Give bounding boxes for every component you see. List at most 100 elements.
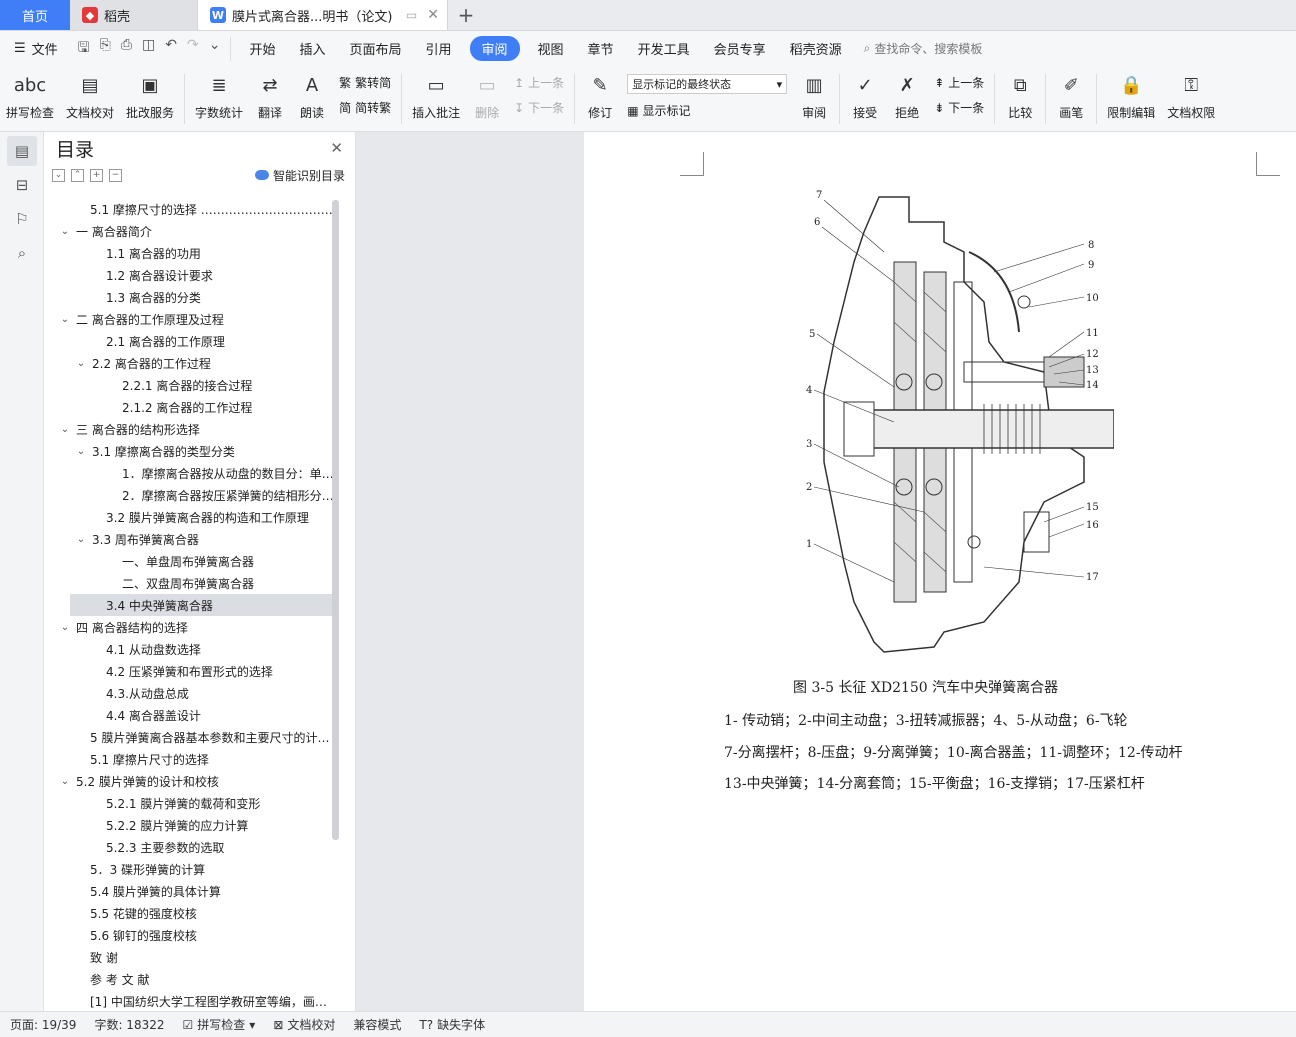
spell-check-button[interactable]: abc 拼写检查: [0, 70, 60, 121]
smart-toc-button[interactable]: 智能识别目录: [254, 167, 345, 184]
toc-item[interactable]: ⌄ 一 离合器简介: [44, 220, 334, 242]
toc-item[interactable]: 5.2.2 膜片弹簧的应力计算: [44, 814, 334, 836]
pen-button[interactable]: ✐ 画笔: [1050, 70, 1092, 121]
toc-item[interactable]: 参 考 文 献: [44, 968, 334, 990]
bookmark-icon[interactable]: ⚐: [7, 204, 37, 234]
undo-icon[interactable]: ↶: [165, 37, 177, 61]
menu-insert[interactable]: 插入: [287, 39, 337, 58]
toc-item[interactable]: 二、双盘周布弹簧离合器: [44, 572, 334, 594]
toc-item[interactable]: 4.2 压紧弹簧和布置形式的选择: [44, 660, 334, 682]
prev-change-button[interactable]: ⇞ 上一条: [934, 74, 984, 91]
menu-devtools[interactable]: 开发工具: [626, 39, 702, 58]
print-icon[interactable]: ⎙: [121, 37, 132, 61]
chevron-down-icon[interactable]: ⌄: [58, 776, 72, 787]
menu-docer[interactable]: 稻壳资源: [778, 39, 854, 58]
remove-item-icon[interactable]: −: [109, 168, 122, 182]
toc-item[interactable]: 1．摩擦离合器按从动盘的数目分：单…: [44, 462, 334, 484]
t2s-button[interactable]: 繁繁转简: [339, 74, 391, 91]
reject-button[interactable]: ✗ 拒绝: [886, 70, 928, 121]
menu-view[interactable]: 视图: [526, 39, 576, 58]
toc-item[interactable]: 一、单盘周布弹簧离合器: [44, 550, 334, 572]
toc-item[interactable]: 致 谢: [44, 946, 334, 968]
review-pane-button[interactable]: ▥ 审阅: [793, 70, 835, 121]
toc-item[interactable]: 3.2 膜片弹簧离合器的构造和工作原理: [44, 506, 334, 528]
toc-item[interactable]: ⌄ 5.2 膜片弹簧的设计和校核: [44, 770, 334, 792]
toc-item[interactable]: 5.1 摩擦尺寸的选择 ……………………………: [44, 198, 334, 220]
close-icon[interactable]: ✕: [330, 139, 343, 157]
toc-panel-icon[interactable]: ▤: [7, 136, 37, 166]
markup-state-select[interactable]: 显示标记的最终状态 ▾: [627, 74, 788, 94]
toc-item[interactable]: 5 膜片弹簧离合器基本参数和主要尺寸的计…: [44, 726, 334, 748]
prev-comment-button[interactable]: ↥ 上一条: [514, 74, 564, 91]
export-icon[interactable]: ⎘: [100, 37, 111, 61]
toc-item[interactable]: 5.2.1 膜片弹簧的载荷和变形: [44, 792, 334, 814]
toc-item[interactable]: ⌄ 3.1 摩擦离合器的类型分类: [44, 440, 334, 462]
toc-item[interactable]: 3.4 中央弹簧离合器: [70, 594, 334, 616]
menu-reference[interactable]: 引用: [414, 39, 464, 58]
redo-icon[interactable]: ↷: [187, 37, 199, 61]
page-indicator[interactable]: 页面: 19/39: [10, 1016, 76, 1033]
compare-button[interactable]: ⧉ 比较: [999, 70, 1041, 121]
menu-section[interactable]: 章节: [576, 39, 626, 58]
toc-item[interactable]: 5.4 膜片弹簧的具体计算: [44, 880, 334, 902]
annotate-service-button[interactable]: ▣ 批改服务: [120, 70, 180, 121]
toc-item[interactable]: 1.1 离合器的功用: [44, 242, 334, 264]
toc-item[interactable]: ⌄ 二 离合器的工作原理及过程: [44, 308, 334, 330]
menu-layout[interactable]: 页面布局: [337, 39, 413, 58]
chevron-down-icon[interactable]: ⌄: [58, 314, 72, 325]
menu-start[interactable]: 开始: [237, 39, 287, 58]
toc-item[interactable]: 2.1 离合器的工作原理: [44, 330, 334, 352]
new-tab-button[interactable]: +: [448, 0, 484, 30]
collapse-all-icon[interactable]: ⌃: [71, 168, 84, 182]
chevron-down-icon[interactable]: ⌄: [58, 622, 72, 633]
read-aloud-button[interactable]: A 朗读: [291, 70, 333, 121]
next-comment-button[interactable]: ↧ 下一条: [514, 99, 564, 116]
word-count-button[interactable]: ≣ 字数统计: [189, 70, 249, 121]
file-menu[interactable]: ☰ 文件: [14, 39, 68, 58]
toc-item[interactable]: 4.3.从动盘总成: [44, 682, 334, 704]
toc-item[interactable]: 4.4 离合器盖设计: [44, 704, 334, 726]
chevron-down-icon[interactable]: ⌄: [58, 226, 72, 237]
add-item-icon[interactable]: +: [90, 168, 103, 182]
toc-item[interactable]: 2.1.2 离合器的工作过程: [44, 396, 334, 418]
translate-button[interactable]: ⇄ 翻译: [249, 70, 291, 121]
chevron-down-icon[interactable]: ⌄: [74, 358, 88, 369]
outline-panel-icon[interactable]: ⊟: [7, 170, 37, 200]
search-icon[interactable]: ⌕: [7, 238, 37, 268]
toc-item[interactable]: [1] 中国纺织大学工程图学教研室等编，画…: [44, 990, 334, 1009]
preview-icon[interactable]: ◫: [142, 37, 155, 61]
chevron-down-icon[interactable]: ⌄: [74, 534, 88, 545]
toc-item[interactable]: 4.1 从动盘数选择: [44, 638, 334, 660]
toc-item[interactable]: 2.2.1 离合器的接合过程: [44, 374, 334, 396]
window-icon[interactable]: ▭: [406, 8, 417, 22]
toc-item[interactable]: 5.1 摩擦片尺寸的选择: [44, 748, 334, 770]
toc-item[interactable]: ⌄ 3.3 周布弹簧离合器: [44, 528, 334, 550]
status-doc-proof[interactable]: ⊠ 文档校对: [273, 1016, 335, 1033]
doc-proof-button[interactable]: ▤ 文档校对: [60, 70, 120, 121]
track-changes-button[interactable]: ✎ 修订: [579, 70, 621, 121]
accept-button[interactable]: ✓ 接受: [844, 70, 886, 121]
toc-item[interactable]: 5.5 花键的强度校核: [44, 902, 334, 924]
command-search[interactable]: ⌕ 查找命令、搜索模板: [854, 40, 983, 57]
document-page[interactable]: 7 6 8 9 10 11 5 12 13 14 4 3 2 15 16 1 1…: [584, 132, 1296, 1011]
s2t-button[interactable]: 简简转繁: [339, 99, 391, 116]
tab-document[interactable]: W 膜片式离合器...明书（论文) ▭ ✕: [198, 0, 448, 30]
menu-review[interactable]: 审阅: [469, 36, 520, 61]
insert-comment-button[interactable]: ▭ 插入批注: [406, 70, 466, 121]
toc-item[interactable]: ⌄ 2.2 离合器的工作过程: [44, 352, 334, 374]
chevron-down-icon[interactable]: ⌄: [58, 424, 72, 435]
toc-item[interactable]: 2．摩擦离合器按压紧弹簧的结相形分:…: [44, 484, 334, 506]
menu-member[interactable]: 会员专享: [702, 39, 778, 58]
word-count-indicator[interactable]: 字数: 18322: [94, 1016, 164, 1033]
toc-item[interactable]: ⌄ 四 离合器结构的选择: [44, 616, 334, 638]
toc-scrollbar[interactable]: [332, 200, 339, 840]
status-spell-check[interactable]: ☑ 拼写检查 ▾: [183, 1016, 256, 1033]
save-icon[interactable]: 🖫: [78, 37, 90, 61]
toc-item[interactable]: 1.2 离合器设计要求: [44, 264, 334, 286]
toc-item[interactable]: 5.6 铆钉的强度校核: [44, 924, 334, 946]
toc-item[interactable]: 5.2.3 主要参数的选取: [44, 836, 334, 858]
chevron-down-icon[interactable]: ⌄: [74, 446, 88, 457]
tab-wps[interactable]: ◆ 稻壳: [70, 0, 198, 30]
close-icon[interactable]: ✕: [427, 7, 439, 23]
tab-home[interactable]: 首页: [0, 0, 70, 30]
